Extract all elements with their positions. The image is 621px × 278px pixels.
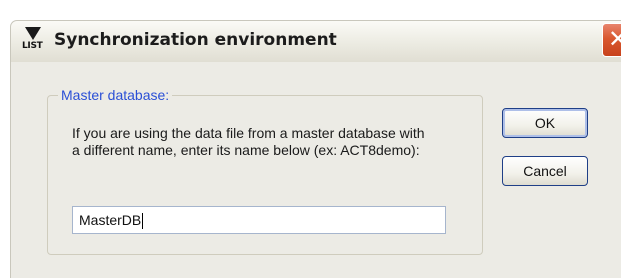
- title-bar[interactable]: LIST Synchronization environment ✕: [10, 20, 621, 62]
- dialog-window: LIST Synchronization environment ✕ Maste…: [0, 0, 621, 278]
- list-app-icon: LIST: [22, 27, 46, 55]
- group-legend: Master database:: [58, 87, 173, 103]
- list-app-icon-triangle: [25, 27, 41, 40]
- dialog-title: Synchronization environment: [54, 30, 337, 50]
- field-value: MasterDB: [79, 212, 142, 228]
- text-caret: [142, 213, 144, 230]
- dialog-body: Master database: If you are using the da…: [10, 62, 621, 278]
- ok-button[interactable]: OK: [502, 108, 588, 138]
- master-database-name-field[interactable]: MasterDB: [72, 206, 446, 234]
- instruction-text: If you are using the data file from a ma…: [72, 125, 425, 158]
- cancel-button[interactable]: Cancel: [502, 156, 588, 186]
- close-icon: ✕: [608, 25, 621, 53]
- close-button[interactable]: ✕: [602, 23, 621, 57]
- master-database-group: Master database: If you are using the da…: [47, 87, 483, 255]
- list-app-icon-label: LIST: [22, 41, 43, 51]
